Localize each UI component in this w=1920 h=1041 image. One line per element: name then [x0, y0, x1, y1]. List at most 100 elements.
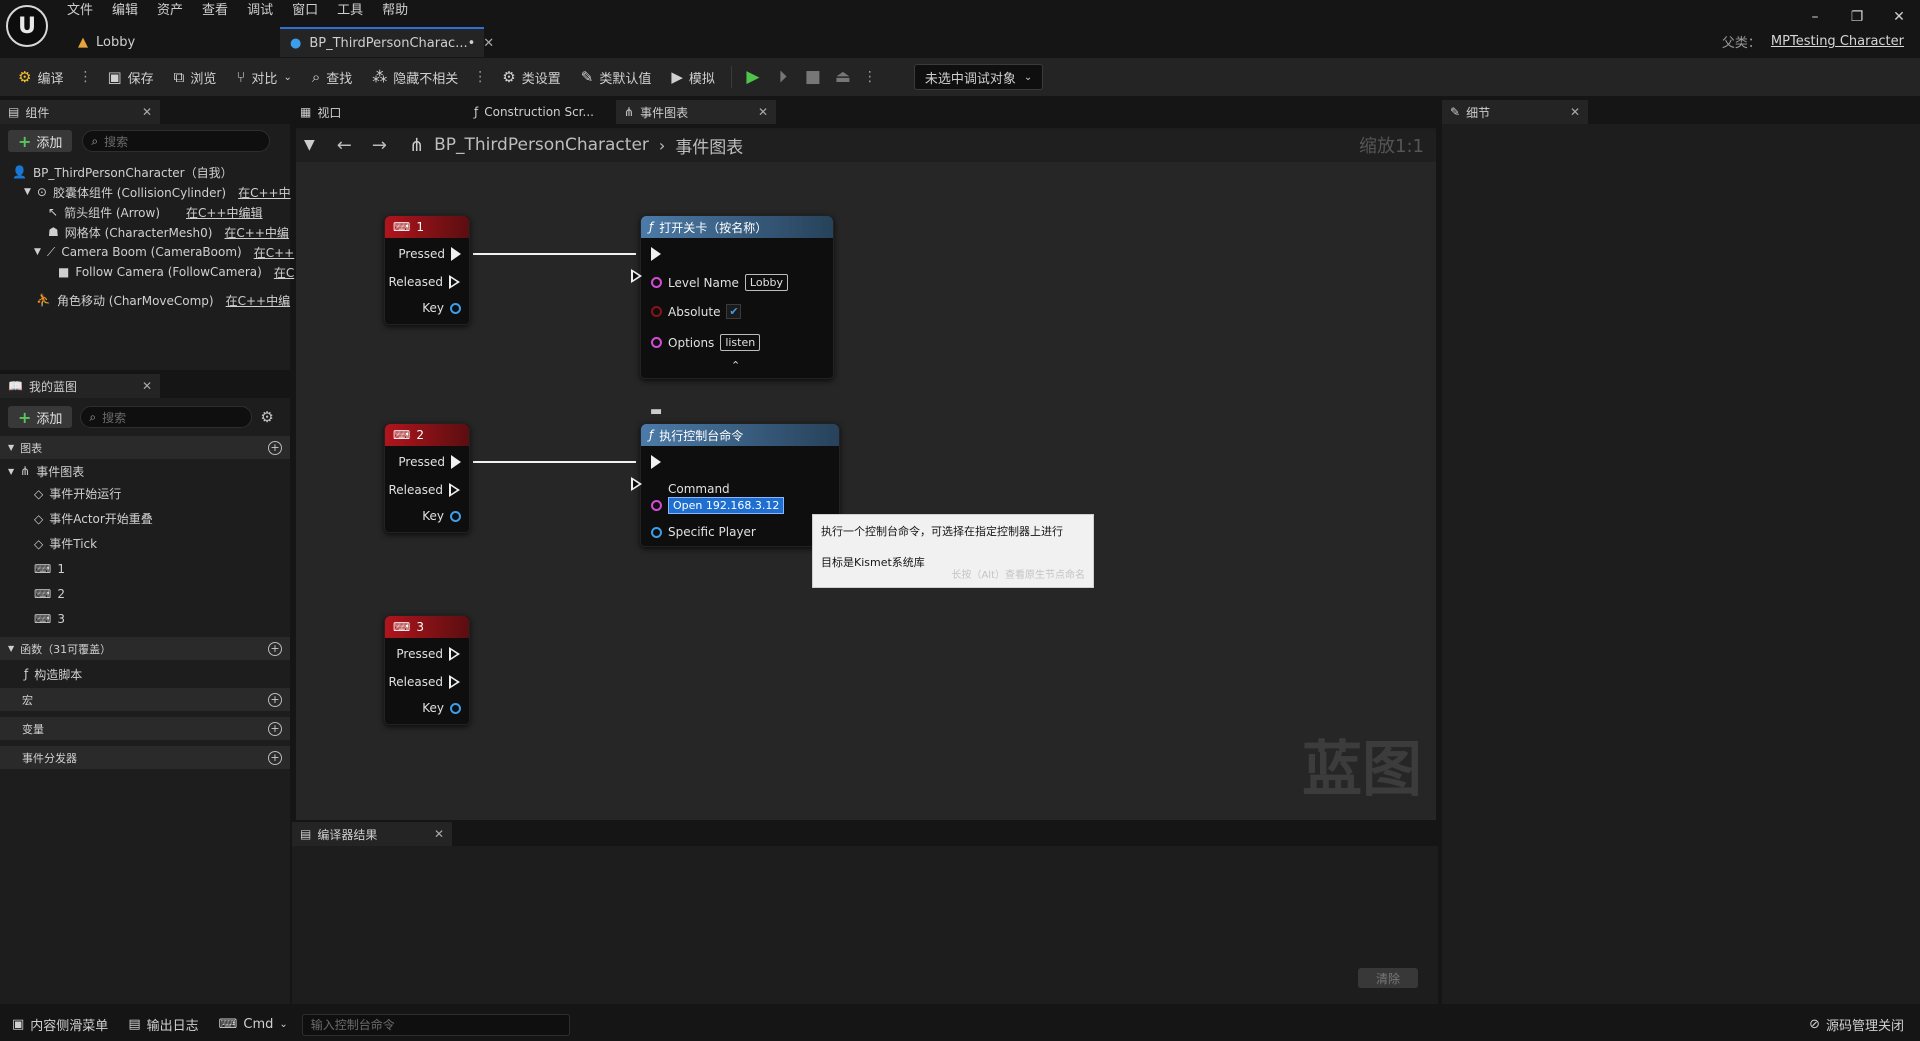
edit-in-cpp-link[interactable]: 在C [274, 264, 294, 281]
exec-in-pin-icon[interactable] [651, 455, 661, 469]
play-options-icon[interactable]: ⋮ [860, 69, 880, 85]
execute-console-command-node[interactable]: ƒ 执行控制台命令 Command Open 192.168.3.12 Spec… [640, 423, 840, 547]
graph-canvas[interactable]: ▬ ⌨ 1 Pressed Released Key ⌨ 2 Pressed R… [296, 130, 1436, 820]
close-icon[interactable]: ✕ [434, 827, 444, 841]
menu-asset[interactable]: 资产 [148, 0, 193, 22]
edit-in-cpp-link[interactable]: 在C++中编 [226, 292, 291, 309]
stop-icon[interactable]: ■ [800, 62, 826, 92]
settings-gear-icon[interactable]: ⚙ [260, 408, 273, 426]
expand-arrow-icon[interactable]: ▼ [24, 187, 31, 197]
add-button[interactable]: + 添加 [8, 406, 73, 428]
class-settings-button[interactable]: ⚙ 类设置 [494, 62, 568, 92]
add-component-button[interactable]: + 添加 [8, 130, 73, 152]
string-pin-icon[interactable] [651, 337, 662, 348]
eject-icon[interactable]: ⏏ [830, 62, 856, 92]
exec-out-pin-icon[interactable] [451, 455, 461, 469]
component-root[interactable]: 👤 BP_ThirdPersonCharacter（自我） [12, 162, 290, 182]
edit-in-cpp-link[interactable]: 在C++中 [238, 184, 291, 201]
debug-object-select[interactable]: 未选中调试对象 ⌄ [913, 64, 1044, 90]
options-input[interactable]: listen [720, 334, 761, 351]
macros-section-header[interactable]: 宏 + [0, 688, 290, 711]
hide-unrelated-button[interactable]: ⁂ 隐藏不相关 [364, 62, 466, 92]
event-item[interactable]: ◇ 事件Tick [8, 531, 290, 556]
bookmark-icon[interactable]: ▼ [304, 137, 315, 153]
key-pin-icon[interactable] [450, 302, 461, 314]
dispatchers-section-header[interactable]: 事件分发器 + [0, 746, 290, 769]
minimize-icon[interactable]: – [1794, 0, 1836, 34]
variables-section-header[interactable]: 变量 + [0, 717, 290, 740]
step-icon[interactable]: ⏵ [770, 62, 796, 92]
restore-icon[interactable]: ❐ [1836, 0, 1878, 34]
edit-in-cpp-link[interactable]: 在C++ [254, 244, 295, 261]
close-icon[interactable]: ✕ [758, 105, 768, 119]
content-drawer-button[interactable]: ▣ 内容侧滑菜单 [6, 1012, 114, 1038]
details-tab[interactable]: ✎ 细节 ✕ [1442, 100, 1588, 124]
pressed-pin[interactable]: Pressed [398, 247, 461, 261]
object-pin-icon[interactable] [651, 526, 662, 538]
my-blueprint-tab[interactable]: 📖 我的蓝图 ✕ [0, 374, 160, 398]
class-defaults-button[interactable]: ✎ 类默认值 [573, 62, 660, 92]
pressed-pin[interactable]: Pressed [398, 455, 461, 469]
add-dispatcher-icon[interactable]: + [268, 750, 282, 765]
components-tab[interactable]: ▤ 组件 ✕ [0, 100, 160, 124]
source-control-button[interactable]: ⊘ 源码管理关闭 [1803, 1012, 1910, 1038]
parent-class-link[interactable]: MPTesting Character [1771, 34, 1904, 49]
play-icon[interactable]: ▶ [740, 62, 766, 92]
compile-options-icon[interactable]: ⋮ [75, 69, 95, 85]
specific-player-pin[interactable]: Specific Player [651, 525, 756, 539]
functions-section-header[interactable]: ▼ 函数（31可覆盖） + [0, 637, 290, 660]
menu-debug[interactable]: 调试 [238, 0, 283, 22]
construction-script-item[interactable]: ƒ 构造脚本 [0, 660, 290, 688]
exec-out-pin-icon[interactable] [449, 275, 461, 289]
menu-file[interactable]: 文件 [58, 0, 103, 22]
blueprint-search-input[interactable]: ⌕ 搜索 [80, 406, 253, 428]
menu-help[interactable]: 帮助 [373, 0, 418, 22]
name-pin-icon[interactable] [651, 277, 662, 288]
console-command-input[interactable]: 输入控制台命令 [301, 1013, 570, 1036]
forward-arrow-icon[interactable]: → [372, 135, 387, 156]
graphs-section-header[interactable]: ▼ 图表 + [0, 436, 290, 459]
breadcrumb-graph[interactable]: 事件图表 [675, 133, 743, 158]
menu-window[interactable]: 窗口 [283, 0, 328, 22]
key-pin[interactable]: Key [422, 701, 461, 715]
breadcrumb-class[interactable]: BP_ThirdPersonCharacter [434, 135, 649, 155]
tab-blueprint[interactable]: ● BP_ThirdPersonCharac...• ✕ [280, 27, 494, 57]
event-item[interactable]: ◇ 事件Actor开始重叠 [8, 506, 290, 531]
add-variable-icon[interactable]: + [268, 721, 282, 736]
clear-button[interactable]: 清除 [1358, 968, 1418, 988]
components-search-input[interactable]: ⌕ 搜索 [82, 130, 271, 152]
open-level-node[interactable]: ƒ 打开关卡（按名称） Level Name Lobby Absolute ✔ … [640, 215, 834, 379]
exec-out-pin-icon[interactable] [449, 675, 461, 689]
tab-close-icon[interactable]: ✕ [483, 36, 494, 51]
component-item[interactable]: ■ Follow Camera (FollowCamera) 在C [12, 262, 294, 282]
exec-out-pin-icon[interactable] [451, 247, 461, 261]
event-item[interactable]: ⌨ 1 [8, 556, 290, 581]
string-pin-icon[interactable] [651, 499, 662, 511]
collapse-advanced-icon[interactable]: ⌃ [731, 359, 740, 372]
released-pin[interactable]: Released [388, 483, 461, 497]
add-function-icon[interactable]: + [268, 641, 282, 656]
compile-button[interactable]: ⚙ 编译 [10, 62, 71, 92]
tab-viewport[interactable]: ▦ 视口 [292, 100, 452, 124]
key-event-node-1[interactable]: ⌨ 1 Pressed Released Key [384, 215, 470, 325]
level-name-pin[interactable]: Level Name Lobby [651, 274, 789, 291]
component-item[interactable]: ☗ 网格体 (CharacterMesh0) 在C++中编 [12, 222, 290, 242]
command-input[interactable]: Open 192.168.3.12 [668, 497, 785, 514]
output-log-button[interactable]: ▤ 输出日志 [122, 1012, 204, 1038]
close-icon[interactable]: ✕ [142, 379, 152, 393]
key-event-node-2[interactable]: ⌨ 2 Pressed Released Key [384, 423, 470, 533]
comment-bubble-icon[interactable]: ▬ [650, 404, 662, 419]
pressed-pin[interactable]: Pressed [396, 647, 461, 661]
back-arrow-icon[interactable]: ← [337, 135, 352, 156]
event-graph-item[interactable]: ▼ ⋔ 事件图表 [8, 461, 290, 481]
level-name-input[interactable]: Lobby [744, 274, 789, 291]
event-item[interactable]: ⌨ 2 [8, 581, 290, 606]
released-pin[interactable]: Released [388, 275, 461, 289]
key-event-node-3[interactable]: ⌨ 3 Pressed Released Key [384, 615, 470, 725]
component-item[interactable]: ⛹ 角色移动 (CharMoveComp) 在C++中编 [12, 290, 290, 310]
add-graph-icon[interactable]: + [268, 440, 282, 455]
released-pin[interactable]: Released [388, 675, 461, 689]
close-icon[interactable]: ✕ [1570, 105, 1580, 119]
add-macro-icon[interactable]: + [268, 692, 282, 707]
tab-lobby[interactable]: ▲ Lobby [68, 27, 268, 57]
